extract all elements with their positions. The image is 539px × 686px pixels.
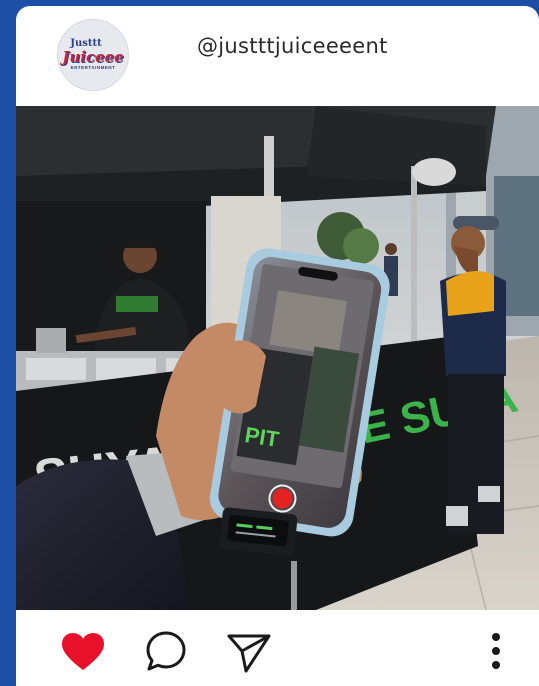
avatar[interactable]: Justtt Juiceee ENTERTAINMENT (57, 19, 129, 91)
avatar-logo-line2: Juiceee (62, 48, 124, 66)
post-username[interactable]: @justttjuiceeeent (197, 34, 388, 58)
heart-icon[interactable] (60, 632, 106, 672)
comment-bubble-icon[interactable] (144, 630, 188, 674)
post-photo[interactable]: SUYA THE SUYA (16, 106, 539, 611)
post-header: Justtt Juiceee ENTERTAINMENT @justttjuic… (16, 6, 539, 106)
post-card: Justtt Juiceee ENTERTAINMENT @justttjuic… (16, 6, 539, 686)
vertical-ellipsis-icon[interactable] (490, 632, 502, 670)
post-actions-bar (16, 610, 539, 686)
avatar-logo-line3: ENTERTAINMENT (70, 65, 116, 70)
photo-illustration: SUYA THE SUYA (16, 106, 539, 611)
paper-plane-icon[interactable] (226, 632, 272, 674)
